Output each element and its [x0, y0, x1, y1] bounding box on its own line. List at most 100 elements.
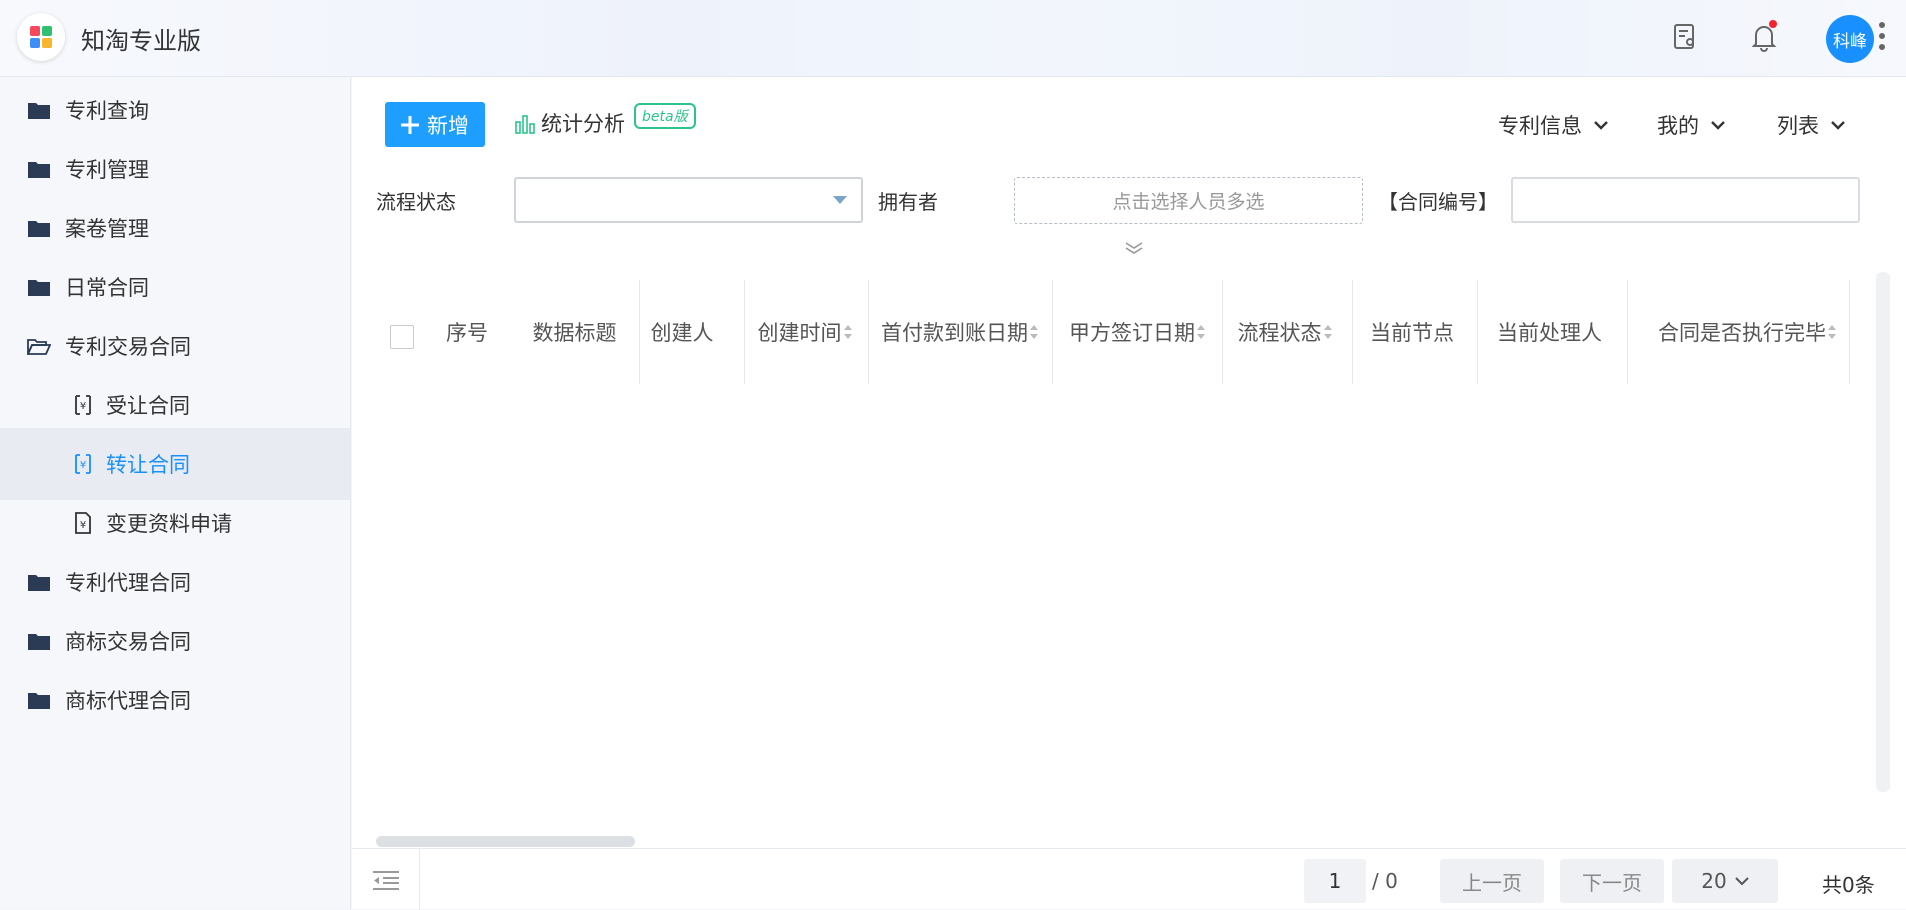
- app-logo[interactable]: [17, 13, 65, 61]
- stat-analysis-link[interactable]: 统计分析: [515, 108, 625, 138]
- column-header-label: 序号: [446, 321, 488, 345]
- chevron-down-icon: [1711, 121, 1725, 130]
- svg-text:¥: ¥: [80, 401, 86, 412]
- sidebar-item-label: 日常合同: [65, 276, 149, 300]
- col-first-payment-date[interactable]: 首付款到账日期: [867, 280, 1052, 384]
- prev-page-button[interactable]: 上一页: [1440, 859, 1544, 903]
- column-header-label: 首付款到账日期: [881, 321, 1028, 345]
- column-header-label: 合同是否执行完毕: [1658, 321, 1826, 345]
- folder-icon: [27, 278, 51, 296]
- sidebar-item-label: 专利代理合同: [65, 571, 191, 595]
- add-button-label: 新增: [427, 114, 469, 138]
- col-current-node: 当前节点: [1352, 280, 1472, 384]
- sort-icon[interactable]: [1323, 325, 1332, 339]
- column-header-label: 数据标题: [532, 321, 617, 345]
- owner-picker[interactable]: 点击选择人员多选: [1014, 177, 1363, 224]
- chevron-down-icon: [1735, 877, 1749, 886]
- column-header-label: 流程状态: [1237, 321, 1322, 345]
- total-count: 共0条: [1822, 873, 1875, 897]
- folder-open-icon: [26, 337, 52, 355]
- page-total: / 0: [1372, 869, 1398, 893]
- sidebar-item-trademark-agency-contract[interactable]: 商标代理合同: [0, 664, 350, 736]
- more-vertical-icon[interactable]: [1877, 20, 1887, 56]
- folder-icon: [27, 573, 51, 591]
- bell-icon[interactable]: [1747, 20, 1781, 54]
- column-divider[interactable]: [1352, 280, 1353, 384]
- beta-badge: beta版: [634, 103, 696, 129]
- list-view-dropdown[interactable]: 列表: [1777, 110, 1845, 140]
- sidebar-item-label: 转让合同: [106, 453, 190, 477]
- mine-dropdown[interactable]: 我的: [1657, 110, 1725, 140]
- page-number-input[interactable]: 1: [1304, 859, 1366, 903]
- sort-icon[interactable]: [1030, 325, 1038, 339]
- sidebar-item-label: 受让合同: [106, 394, 190, 418]
- app-title: 知淘专业版: [81, 27, 201, 55]
- add-button[interactable]: 新增: [385, 102, 485, 147]
- folder-icon: [27, 160, 51, 178]
- patent-info-dropdown-label: 专利信息: [1498, 114, 1582, 138]
- column-header-label: 创建人: [650, 321, 714, 345]
- folder-icon: [27, 691, 51, 709]
- col-contract-completed[interactable]: 合同是否执行完毕: [1627, 280, 1867, 384]
- expand-filters-icon[interactable]: [1122, 239, 1146, 257]
- col-party-a-sign-date[interactable]: 甲方签订日期: [1052, 280, 1222, 384]
- folder-icon: [27, 101, 51, 119]
- col-title: 数据标题: [522, 280, 627, 384]
- sort-icon[interactable]: [843, 325, 852, 339]
- mine-dropdown-label: 我的: [1657, 114, 1699, 138]
- col-index: 序号: [412, 280, 522, 384]
- contract-no-input[interactable]: [1511, 177, 1860, 223]
- column-divider[interactable]: [1849, 280, 1850, 384]
- status-select[interactable]: [514, 177, 863, 223]
- status-filter-label: 流程状态: [376, 190, 456, 214]
- column-header-label: 创建时间: [757, 321, 842, 345]
- column-divider[interactable]: [639, 280, 640, 384]
- top-header: 知淘专业版 科峰: [0, 0, 1906, 77]
- column-divider[interactable]: [1222, 280, 1223, 384]
- page-size-select[interactable]: 20: [1672, 859, 1778, 903]
- sidebar-item-label: 商标交易合同: [65, 630, 191, 654]
- sidebar-item-label: 专利交易合同: [65, 335, 191, 359]
- collapse-sidebar-icon[interactable]: [352, 849, 420, 910]
- column-divider[interactable]: [1052, 280, 1053, 384]
- column-header-label: 当前节点: [1370, 321, 1454, 345]
- next-page-button[interactable]: 下一页: [1560, 859, 1664, 903]
- document-user-icon[interactable]: [1668, 20, 1702, 54]
- col-current-handler: 当前处理人: [1477, 280, 1622, 384]
- horizontal-scrollbar[interactable]: [376, 836, 635, 847]
- column-divider[interactable]: [868, 280, 869, 384]
- column-header-label: 当前处理人: [1497, 321, 1602, 345]
- document-yen-icon: ¥: [74, 512, 92, 534]
- contract-yen-icon: ¥: [74, 394, 92, 416]
- folder-icon: [27, 219, 51, 237]
- sidebar-item-label: 案卷管理: [65, 217, 149, 241]
- chevron-down-icon: [1831, 121, 1845, 130]
- sidebar-item-label: 变更资料申请: [106, 512, 232, 536]
- column-divider[interactable]: [1627, 280, 1628, 384]
- bar-chart-icon: [515, 115, 535, 134]
- sidebar-item-label: 商标代理合同: [65, 689, 191, 713]
- plus-icon: [401, 115, 419, 134]
- pagination-bar: 1 / 0 上一页 下一页 20 共0条: [352, 848, 1906, 910]
- sort-icon[interactable]: [1828, 325, 1836, 339]
- svg-text:¥: ¥: [80, 520, 86, 531]
- avatar[interactable]: 科峰: [1826, 15, 1874, 63]
- contract-no-label: 【合同编号】: [1378, 190, 1498, 214]
- vertical-scrollbar[interactable]: [1876, 272, 1890, 792]
- sort-icon[interactable]: [1197, 325, 1205, 339]
- app-grid-icon: [30, 26, 52, 48]
- column-divider[interactable]: [1477, 280, 1478, 384]
- sidebar-item-label: 专利查询: [65, 99, 149, 123]
- page-size-value: 20: [1701, 869, 1727, 893]
- col-creator: 创建人: [642, 280, 722, 384]
- col-created-time[interactable]: 创建时间: [742, 280, 867, 384]
- chevron-down-icon: [1594, 121, 1608, 130]
- contract-yen-icon: ¥: [74, 453, 92, 475]
- sidebar: 专利查询 专利管理 案卷管理 日常合同 专利交易合同 ¥ 受让合同 ¥ 转让合同 ¥ 变更资料申请专…: [0, 77, 351, 909]
- svg-text:¥: ¥: [80, 460, 86, 471]
- patent-info-dropdown[interactable]: 专利信息: [1498, 110, 1608, 140]
- stat-analysis-label: 统计分析: [541, 112, 625, 136]
- col-flow-status[interactable]: 流程状态: [1222, 280, 1347, 384]
- list-view-dropdown-label: 列表: [1777, 114, 1819, 138]
- column-divider[interactable]: [744, 280, 745, 384]
